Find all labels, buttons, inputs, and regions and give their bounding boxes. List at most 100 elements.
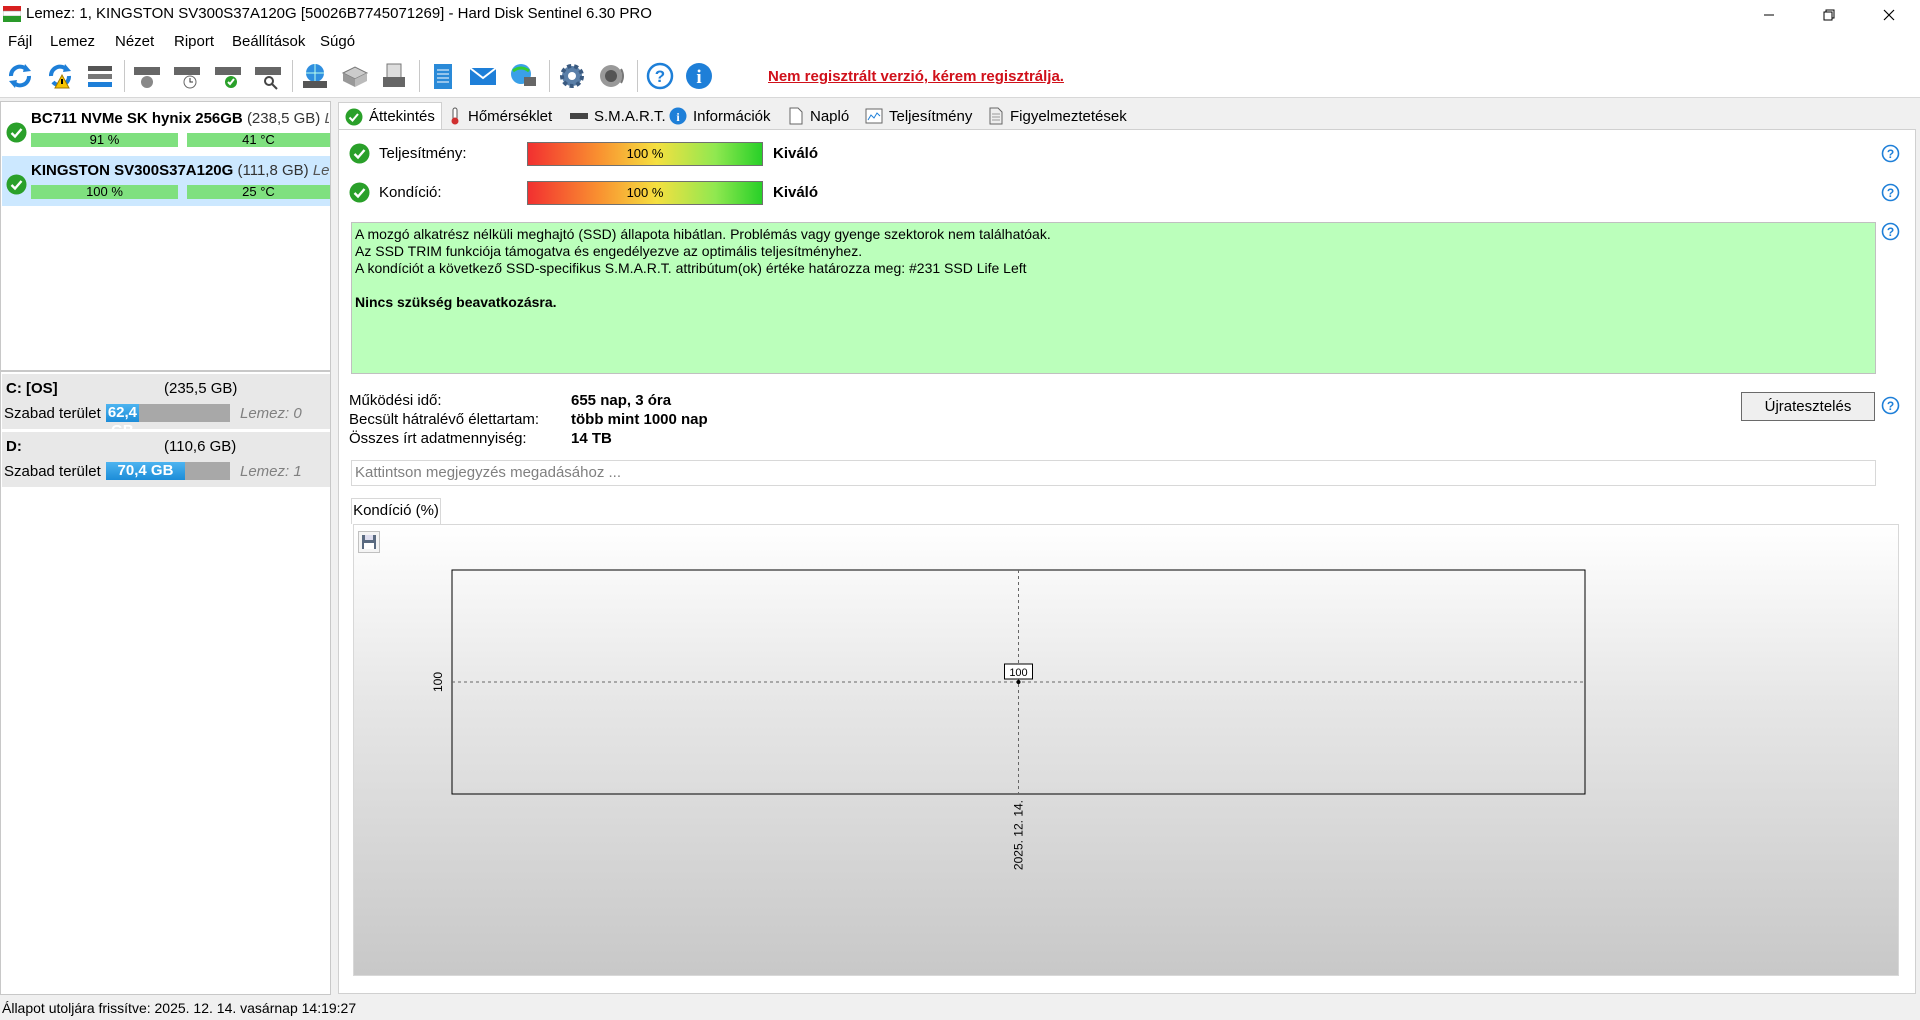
menu-settings[interactable]: Beállítások	[232, 33, 305, 50]
tab-smart[interactable]: S.M.A.R.T.	[570, 102, 666, 130]
hdd-check-icon	[215, 67, 241, 88]
tab-overview[interactable]: Áttekintés	[338, 102, 442, 130]
free-space-label: Szabad terület	[4, 405, 101, 422]
message-action: Nincs szükség beavatkozásra.	[355, 294, 557, 310]
disk-list-icon	[88, 66, 112, 87]
web-report-button[interactable]	[506, 59, 540, 93]
menu-help[interactable]: Súgó	[320, 33, 355, 50]
free-space-bar: 62,4 GB	[106, 404, 230, 439]
performance-bar: 100 %	[527, 142, 763, 166]
info-icon: i	[686, 63, 712, 89]
volume-list: C: [OS] (235,5 GB) Szabad terület 62,4 G…	[0, 371, 331, 995]
chart-canvas: 100 2025. 12. 14. 100	[431, 569, 1586, 870]
sound-button[interactable]	[595, 59, 629, 93]
question-icon: ?	[646, 62, 674, 90]
backup-button[interactable]	[338, 59, 372, 93]
disk-list-button[interactable]	[83, 59, 117, 93]
envelope-icon	[469, 67, 497, 85]
disk-list: BC711 NVMe SK hynix 256GB (238,5 GB) Le …	[0, 101, 331, 371]
drive-icon	[570, 113, 588, 119]
preferences-button[interactable]	[555, 59, 589, 93]
tab-temperature[interactable]: Hőmérséklet	[448, 102, 552, 130]
gear-icon	[560, 64, 584, 88]
tab-log[interactable]: Napló	[788, 102, 849, 130]
condition-bar: 100 %	[527, 181, 763, 205]
data-label: 100	[1009, 667, 1027, 679]
refresh-icon	[9, 64, 31, 88]
globe-disk-icon	[303, 64, 327, 88]
remaining-life-value: több mint 1000 nap	[571, 411, 708, 428]
window-title: Lemez: 1, KINGSTON SV300S37A120G [50026B…	[26, 5, 652, 22]
message-line: A kondíciót a következő SSD-specifikus S…	[355, 260, 1027, 276]
drive-stack-icon	[341, 66, 369, 87]
chart-tab-condition[interactable]: Kondíció (%)	[351, 498, 441, 524]
surface-test-button[interactable]	[130, 59, 164, 93]
disk-health-bar-1: 100 %	[31, 185, 178, 199]
disk-name-1: KINGSTON SV300S37A120G (111,8 GB) Ler	[31, 162, 329, 179]
free-space-fill: 62,4 GB	[106, 404, 139, 439]
help-button[interactable]: ?	[643, 59, 677, 93]
volume-item-1[interactable]: D: (110,6 GB) Szabad terület 70,4 GB Lem…	[2, 432, 330, 488]
volume-size: (235,5 GB)	[164, 380, 238, 397]
total-written-label: Összes írt adatmennyiség:	[349, 430, 527, 447]
condition-chart: 100 2025. 12. 14. 100	[353, 524, 1899, 976]
svg-text:?: ?	[1887, 186, 1894, 200]
svg-text:?: ?	[1887, 399, 1894, 413]
volume-disk: Lemez: 0	[240, 405, 302, 422]
message-line: Az SSD TRIM funkciója támogatva és enged…	[355, 243, 863, 259]
report-button[interactable]	[426, 59, 460, 93]
volume-disk: Lemez: 1	[240, 463, 302, 480]
free-space-bar: 70,4 GB	[106, 462, 230, 480]
tab-performance[interactable]: Teljesítmény	[865, 102, 972, 130]
disk-ok-button[interactable]	[211, 59, 245, 93]
refresh-warning-button[interactable]	[43, 59, 77, 93]
help-icon[interactable]: ?	[1881, 396, 1900, 415]
menu-disk[interactable]: Lemez	[50, 33, 95, 50]
menu-report[interactable]: Riport	[174, 33, 214, 50]
about-button[interactable]: i	[682, 59, 716, 93]
note-input[interactable]: Kattintson megjegyzés megadásához ...	[351, 460, 1876, 486]
external-drive-icon	[383, 63, 405, 87]
total-written-value: 14 TB	[571, 430, 612, 447]
remaining-life-label: Becsült hátralévő élettartam:	[349, 411, 540, 428]
help-icon[interactable]: ?	[1881, 222, 1900, 241]
disk-name-0: BC711 NVMe SK hynix 256GB (238,5 GB) Le	[31, 110, 329, 127]
check-icon	[345, 108, 363, 125]
menu-view[interactable]: Nézet	[115, 33, 154, 50]
info-icon: i	[669, 107, 687, 125]
help-icon[interactable]: ?	[1881, 144, 1900, 163]
volume-size: (110,6 GB)	[164, 438, 237, 455]
refresh-warning-icon	[49, 64, 71, 89]
disk-item-0[interactable]: BC711 NVMe SK hynix 256GB (238,5 GB) Le …	[2, 104, 330, 154]
email-report-button[interactable]	[466, 59, 500, 93]
app-icon	[3, 6, 21, 22]
restore-icon	[1823, 9, 1835, 21]
external-disk-button[interactable]	[377, 59, 411, 93]
uptime-value: 655 nap, 3 óra	[571, 392, 672, 409]
data-point	[1016, 680, 1021, 684]
disk-search-button[interactable]	[251, 59, 285, 93]
close-icon	[1883, 9, 1895, 21]
svg-text:?: ?	[1887, 147, 1894, 161]
check-icon	[349, 182, 370, 203]
schedule-button[interactable]	[170, 59, 204, 93]
restore-button[interactable]	[1806, 0, 1852, 30]
check-icon	[6, 122, 27, 143]
disk-item-1[interactable]: KINGSTON SV300S37A120G (111,8 GB) Ler 10…	[2, 156, 330, 206]
hdd-search-icon	[255, 67, 281, 90]
retest-button[interactable]: Újratesztelés	[1741, 392, 1875, 421]
refresh-button[interactable]	[3, 59, 37, 93]
help-icon[interactable]: ?	[1881, 183, 1900, 202]
free-space-label: Szabad terület	[4, 463, 101, 480]
globe-computer-icon	[511, 64, 536, 86]
menu-file[interactable]: Fájl	[8, 33, 32, 50]
minimize-button[interactable]	[1746, 0, 1792, 30]
chart-icon	[865, 108, 883, 124]
close-button[interactable]	[1866, 0, 1912, 30]
check-icon	[6, 174, 27, 195]
tab-information[interactable]: i Információk	[669, 102, 771, 130]
network-disk-button[interactable]	[298, 59, 332, 93]
registration-link[interactable]: Nem regisztrált verzió, kérem regisztrál…	[768, 68, 1064, 85]
volume-item-0[interactable]: C: [OS] (235,5 GB) Szabad terület 62,4 G…	[2, 374, 330, 439]
tab-alerts[interactable]: Figyelmeztetések	[988, 102, 1127, 130]
